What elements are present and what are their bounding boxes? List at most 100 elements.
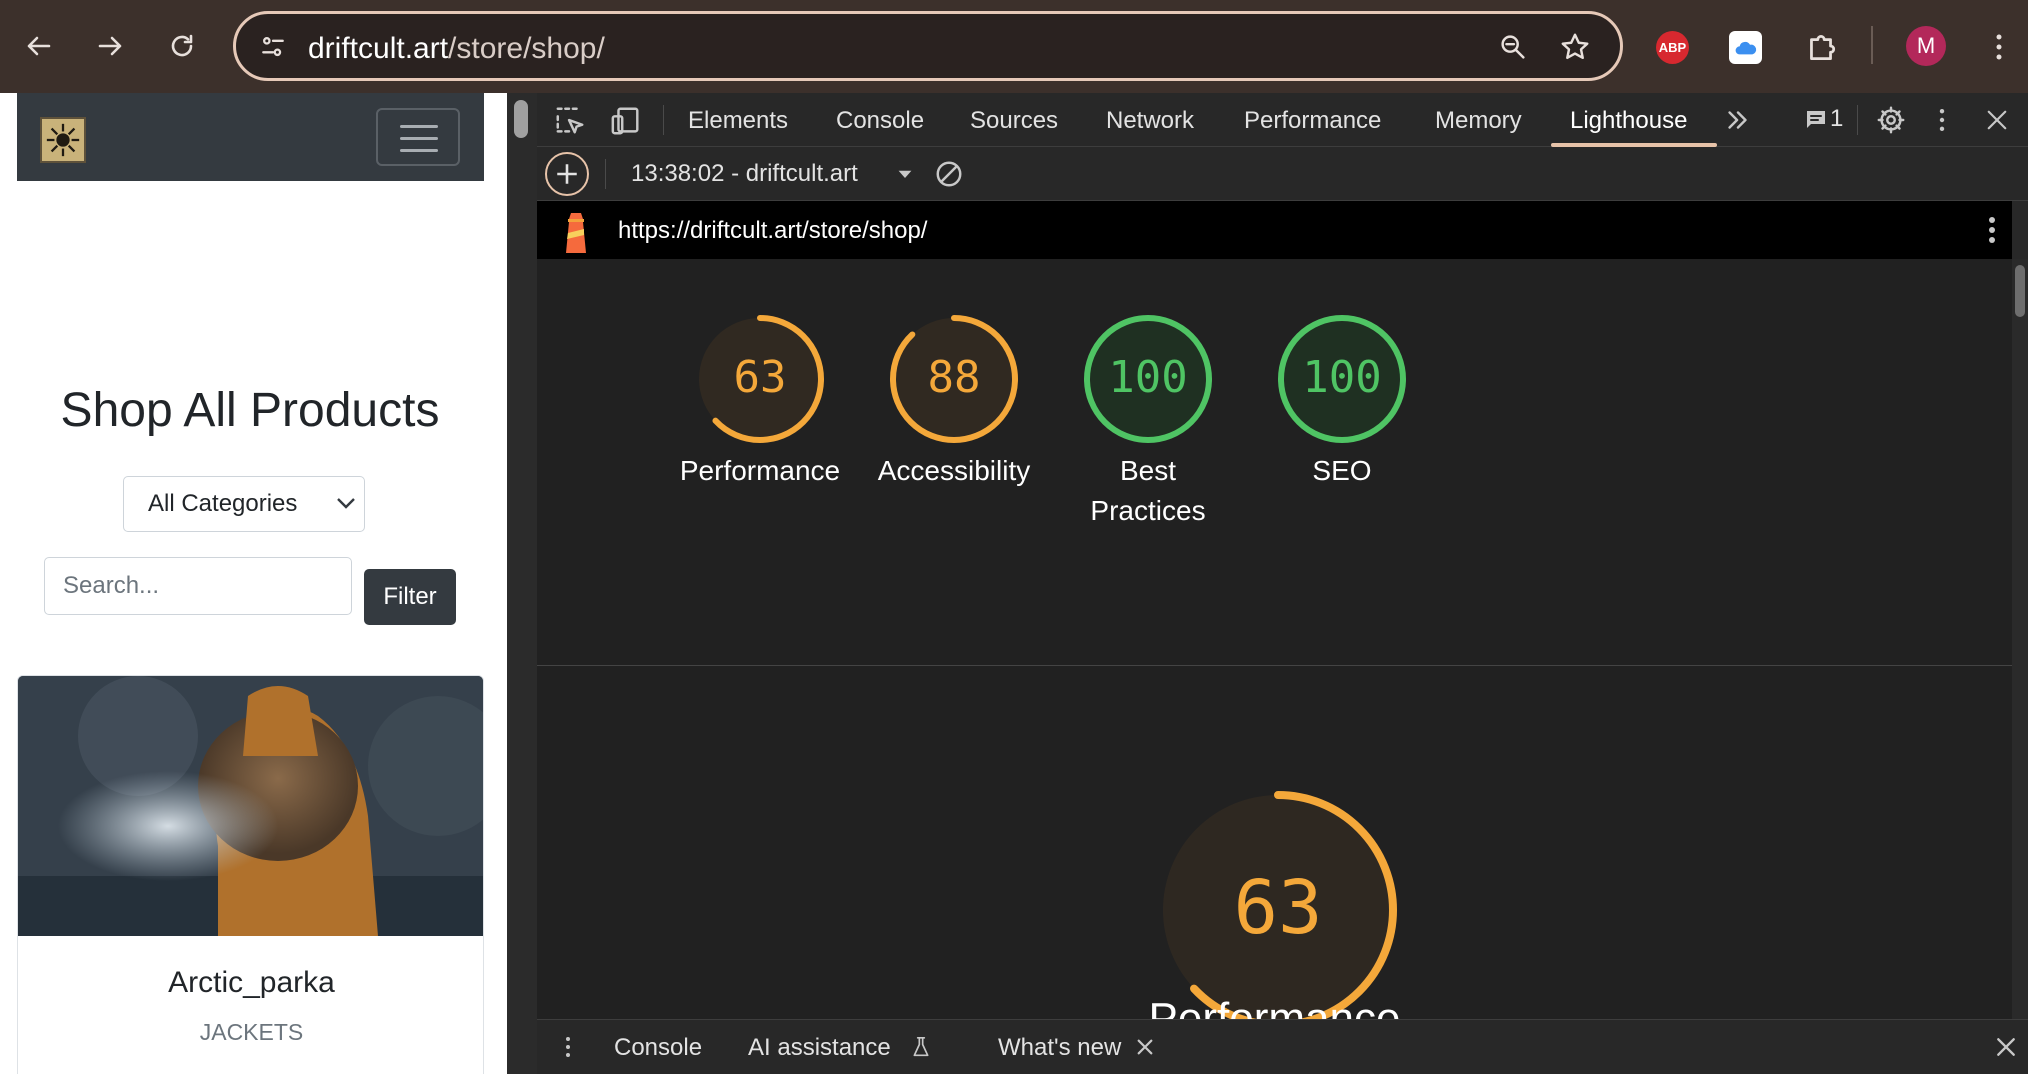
- site-navbar: [17, 93, 484, 181]
- issues-count[interactable]: 1: [1830, 105, 1843, 133]
- flask-icon: [909, 1033, 933, 1061]
- plus-icon: [557, 164, 577, 184]
- browser-toolbar: driftcult.art/store/shop/ ABP M: [0, 0, 2028, 93]
- navbar-toggle-button[interactable]: [376, 108, 460, 166]
- big-gauge-label: Performance: [1148, 994, 1401, 1019]
- hamburger-line: [400, 137, 438, 140]
- back-arrow-icon: [27, 36, 51, 56]
- report-topbar: https://driftcult.art/store/shop/: [537, 201, 2012, 259]
- tab-sources[interactable]: Sources: [970, 107, 1058, 135]
- reload-icon: [171, 34, 193, 57]
- parka-photo: [18, 676, 483, 936]
- viewport-scrollbar[interactable]: [507, 93, 537, 1074]
- drawer-tab-whats-new[interactable]: What's new: [998, 1034, 1121, 1062]
- issues-icon[interactable]: [1799, 105, 1833, 135]
- score-gauge-performance[interactable]: 63: [695, 314, 825, 444]
- browser-menu-icon[interactable]: [1982, 26, 2016, 68]
- report-select[interactable]: 13:38:02 - driftcult.art: [631, 160, 858, 188]
- profile-avatar[interactable]: M: [1906, 26, 1946, 66]
- product-category: JACKETS: [199, 1019, 304, 1045]
- hamburger-line: [400, 125, 438, 128]
- tab-network[interactable]: Network: [1106, 107, 1194, 135]
- category-select-value: All Categories: [148, 490, 298, 517]
- tab-console[interactable]: Console: [836, 107, 924, 135]
- new-report-button[interactable]: [545, 152, 589, 196]
- icloud-extension-icon[interactable]: [1729, 31, 1762, 64]
- toolbar-separator: [605, 159, 606, 189]
- search-input[interactable]: Search...: [44, 557, 352, 615]
- page-viewport: Shop All Products All Categories Search.…: [0, 93, 507, 1074]
- score-gauge-best-practices[interactable]: 100: [1083, 314, 1213, 444]
- category-select[interactable]: All Categories: [123, 476, 365, 532]
- hamburger-line: [400, 149, 438, 152]
- close-devtools-icon[interactable]: [1980, 103, 2014, 137]
- close-tab-icon[interactable]: [1135, 1037, 1155, 1057]
- url-path: /store/shop/: [448, 32, 605, 65]
- toolbar-separator: [1871, 26, 1873, 64]
- drawer-tab-console[interactable]: Console: [614, 1034, 702, 1062]
- score-gauge-accessibility[interactable]: 88: [889, 314, 1019, 444]
- drawer-menu-icon[interactable]: [562, 1030, 574, 1064]
- zoom-icon[interactable]: [1496, 30, 1530, 64]
- adblock-extension-icon[interactable]: ABP: [1656, 31, 1689, 64]
- gauge-label: SEO: [1312, 455, 1372, 486]
- clear-reports-icon[interactable]: [933, 158, 965, 190]
- product-card[interactable]: Arctic_parka JACKETS: [17, 675, 484, 1074]
- forward-button[interactable]: [85, 21, 135, 71]
- address-bar[interactable]: driftcult.art/store/shop/: [233, 11, 1623, 81]
- filter-button[interactable]: Filter: [364, 569, 456, 625]
- reload-button[interactable]: [157, 21, 207, 71]
- product-name[interactable]: Arctic_parka: [18, 966, 483, 1000]
- devtools-panel: Elements Console Sources Network Perform…: [537, 93, 2028, 1074]
- tab-elements[interactable]: Elements: [688, 107, 788, 135]
- tab-lighthouse[interactable]: Lighthouse: [1570, 107, 1687, 135]
- gauge-label: Performance: [679, 455, 841, 486]
- devtools-drawer: Console AI assistance What's new: [537, 1019, 2028, 1074]
- device-toolbar-icon[interactable]: [609, 104, 643, 138]
- drawer-tab-ai-assistance[interactable]: AI assistance: [748, 1034, 891, 1062]
- settings-gear-icon[interactable]: [1874, 103, 1908, 137]
- devtools-menu-icon[interactable]: [1932, 103, 1952, 137]
- url-host: driftcult.art: [308, 32, 449, 65]
- abp-label: ABP: [1658, 40, 1687, 55]
- extensions-puzzle-icon[interactable]: [1800, 26, 1842, 68]
- search-placeholder: Search...: [63, 572, 160, 599]
- report-url[interactable]: https://driftcult.art/store/shop/: [618, 217, 927, 245]
- performance-big-gauge[interactable]: 63: [1155, 787, 1401, 1019]
- toolbar-separator: [663, 105, 664, 135]
- address-url[interactable]: driftcult.art/store/shop/: [308, 32, 605, 66]
- report-scrollbar[interactable]: [2012, 259, 2028, 1019]
- gauge-score: 100: [1108, 352, 1188, 403]
- section-divider: [537, 665, 2012, 666]
- page-title: Shop All Products: [60, 384, 440, 437]
- back-button[interactable]: [14, 21, 64, 71]
- profile-initial: M: [1916, 33, 1936, 58]
- close-drawer-icon[interactable]: [1993, 1034, 2019, 1060]
- product-image[interactable]: [18, 676, 483, 936]
- scrollbar-thumb[interactable]: [2015, 265, 2025, 317]
- gauge-label: Best Practices: [1090, 455, 1206, 526]
- big-gauge-score: 63: [1233, 865, 1323, 951]
- sun-logo-icon: [46, 123, 80, 157]
- report-menu-icon[interactable]: [1985, 213, 1999, 247]
- gauge-label: Accessibility: [877, 455, 1031, 486]
- tab-performance[interactable]: Performance: [1244, 107, 1381, 135]
- tab-memory[interactable]: Memory: [1435, 107, 1522, 135]
- score-gauge-seo[interactable]: 100: [1277, 314, 1407, 444]
- inspect-element-icon[interactable]: [553, 104, 587, 138]
- site-logo[interactable]: [40, 117, 86, 163]
- lighthouse-report: 63 Performance 88 Accessibility 100 Best Prac…: [537, 259, 2012, 1019]
- gauge-score: 88: [927, 352, 981, 403]
- scrollbar-thumb[interactable]: [514, 100, 528, 138]
- lighthouse-logo-icon: [559, 209, 593, 253]
- lighthouse-toolbar: 13:38:02 - driftcult.art: [537, 147, 2028, 201]
- bookmark-star-icon[interactable]: [1558, 30, 1592, 64]
- gauge-score: 100: [1302, 352, 1382, 403]
- site-settings-icon[interactable]: [256, 30, 290, 64]
- more-tabs-chevron-icon[interactable]: [1723, 105, 1753, 135]
- report-dropdown-icon[interactable]: [895, 164, 915, 184]
- devtools-tabbar: Elements Console Sources Network Perform…: [537, 93, 2028, 147]
- chevron-down-icon: [337, 498, 355, 509]
- toolbar-separator: [1857, 105, 1858, 135]
- gauge-score: 63: [733, 352, 787, 403]
